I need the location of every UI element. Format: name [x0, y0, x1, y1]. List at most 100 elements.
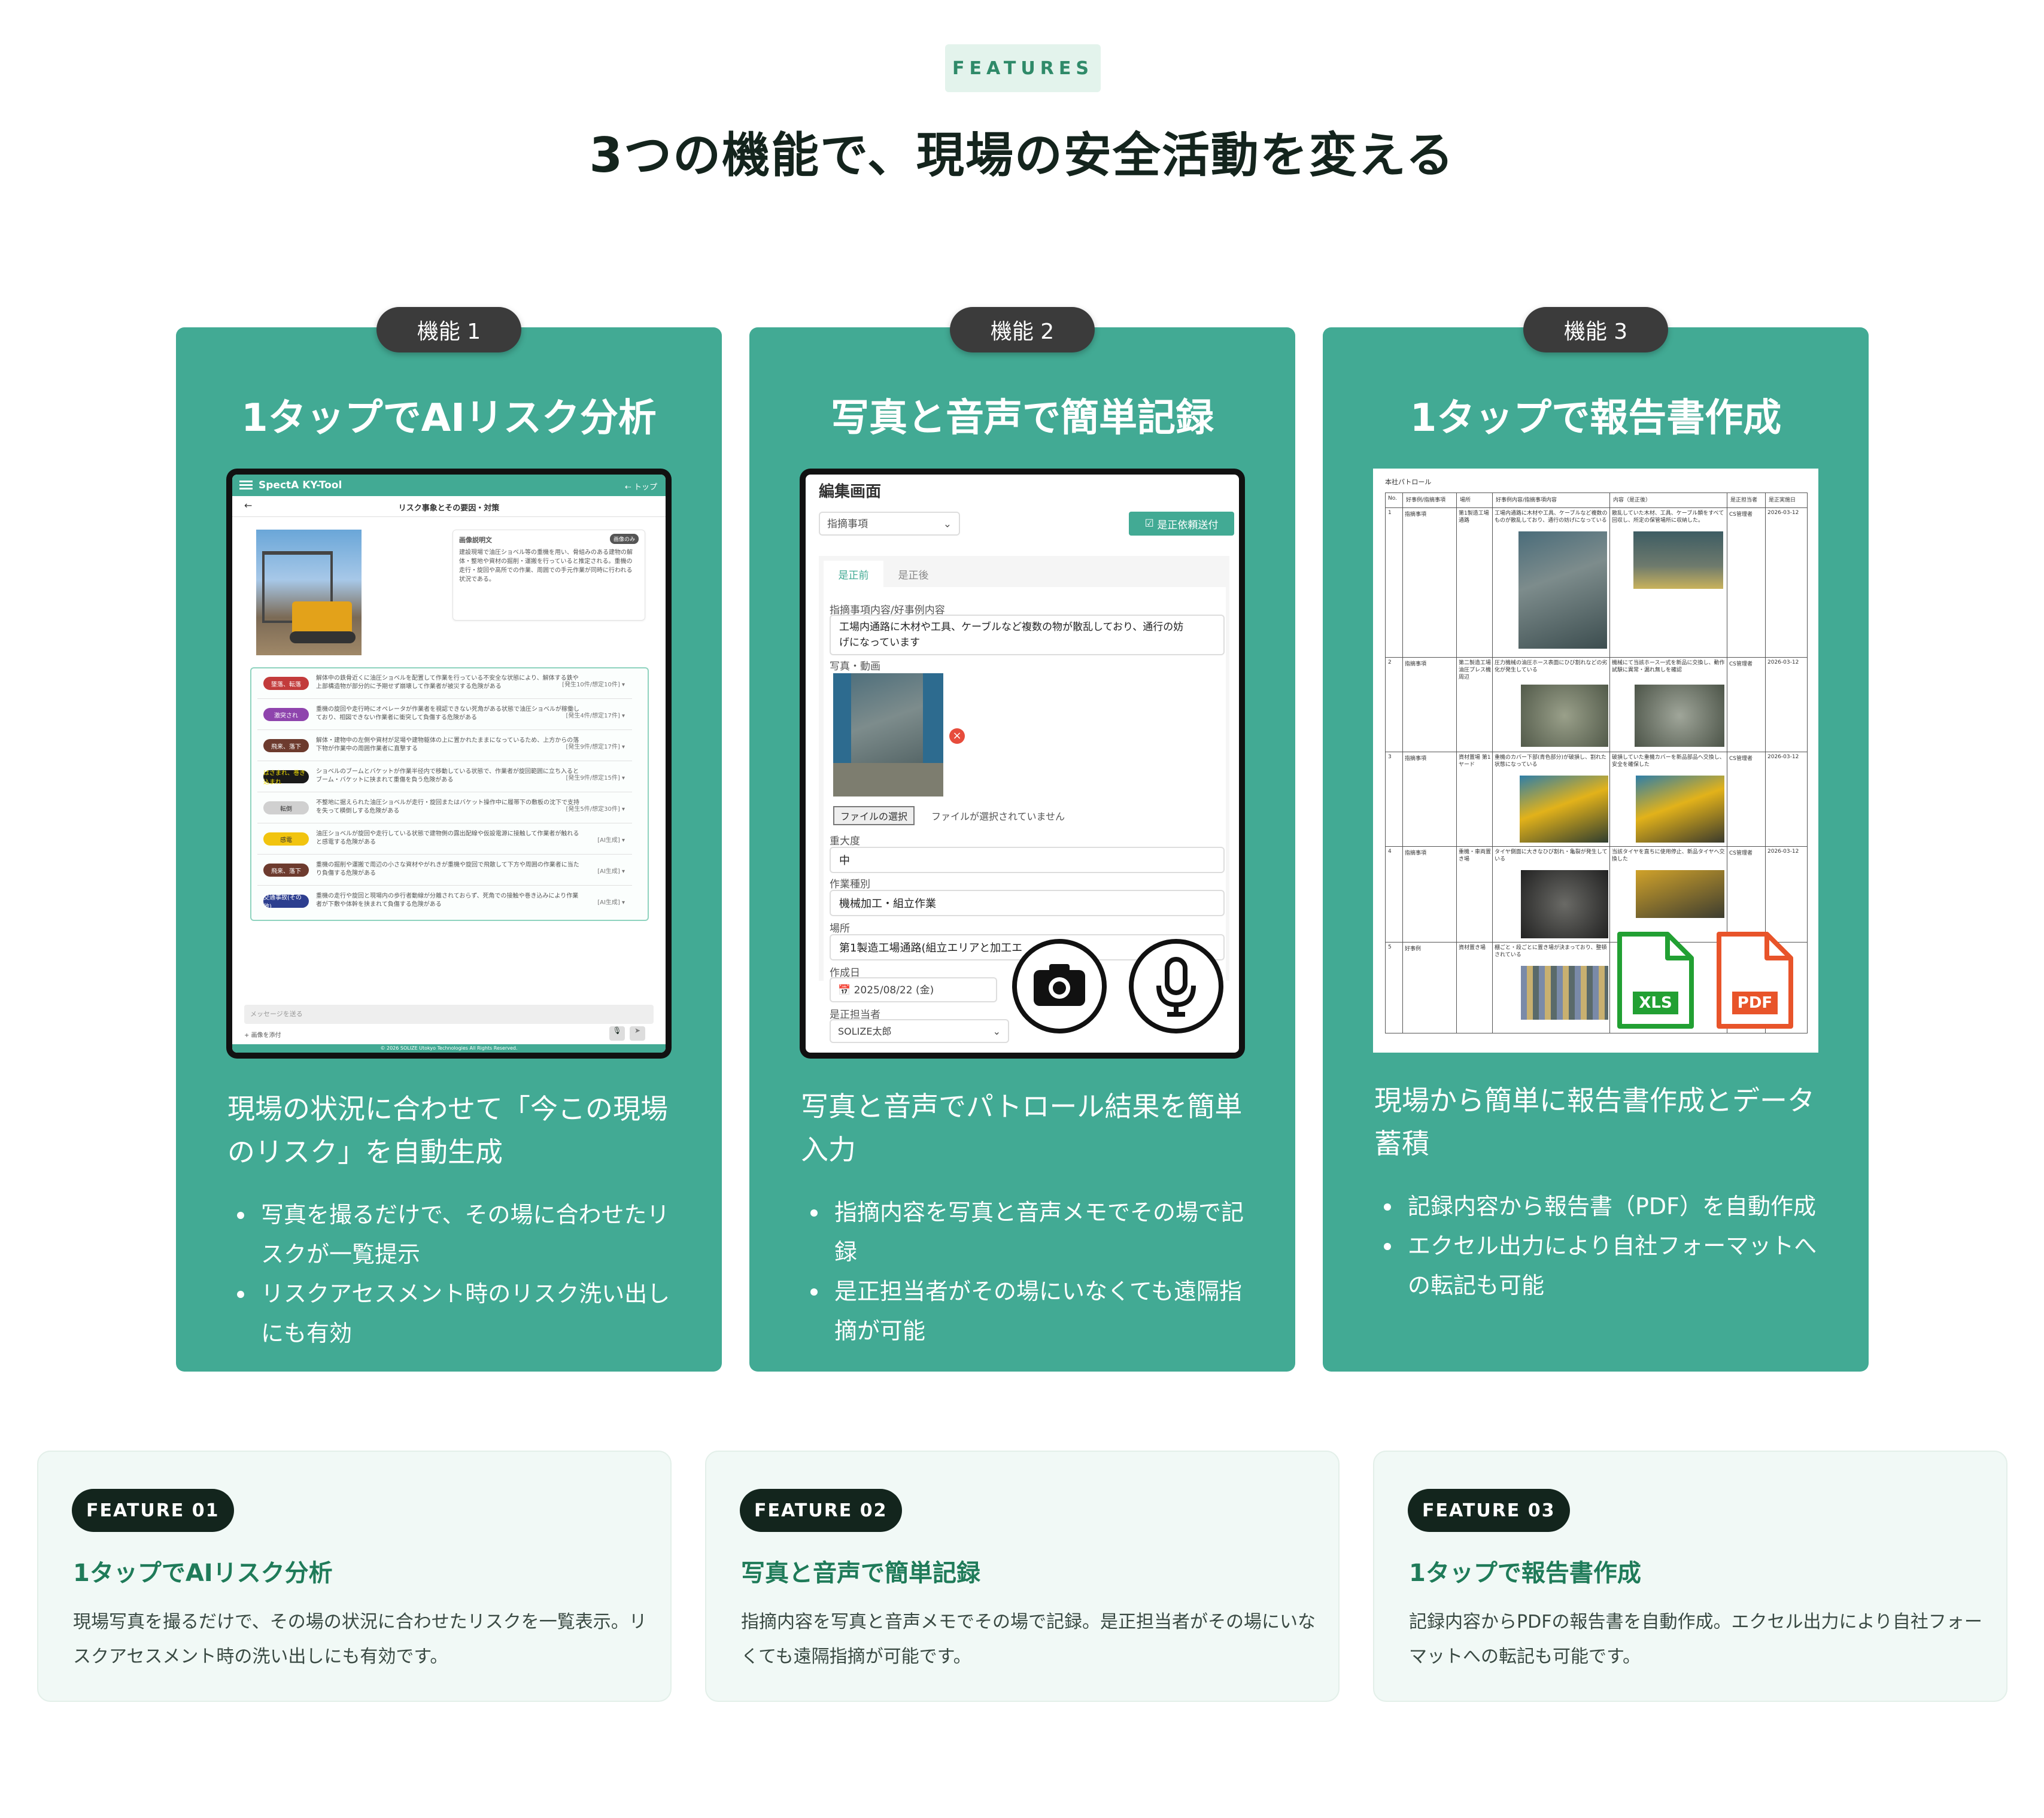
risk-item[interactable]: 墜落、転落 解体中の鉄骨近くに油圧ショベルを配置して作業を行っている不安全な状態…	[257, 671, 632, 699]
feature-title: 1タップで報告書作成	[1409, 1559, 1641, 1587]
bullet-item: 指摘内容を写真と音声メモでその場で記録	[801, 1193, 1256, 1272]
card-title: 1タップでAIリスク分析	[241, 396, 657, 440]
assignee-select[interactable]: SOLIZE太郎 ⌄	[830, 1019, 1009, 1043]
feature-badge: FEATURE 02	[740, 1489, 902, 1532]
bullet-item: 写真を撮るだけで、その場に合わせたリスクが一覧提示	[227, 1195, 682, 1274]
risk-tag: 墜落、転落	[263, 677, 309, 690]
file-status: ファイルが選択されていません	[931, 811, 1065, 822]
risk-meta: [発生9件/想定15件] ▾	[566, 775, 625, 782]
risk-item[interactable]: はさまれ、巻き込まれ ショベルのブームとバケットが作業半径内で移動している状態で…	[257, 764, 632, 792]
risk-tag: 転倒	[263, 801, 309, 814]
mic-icon[interactable]: 🎙	[609, 1026, 625, 1041]
card-lead: 現場から簡単に報告書作成とデータ蓄積	[1374, 1084, 1815, 1160]
risk-meta: [発生9件/想定17件] ▾	[566, 744, 625, 750]
remove-photo-icon[interactable]: ×	[949, 728, 965, 744]
feature-pill-3: 機能 3	[1523, 307, 1668, 352]
risk-item[interactable]: 交通事故(その他) 重機の走行や旋回と現場内の歩行者動線が分離されておらず、死角…	[257, 889, 632, 916]
risk-item[interactable]: 転倒 不整地に据えられた油圧ショベルが走行・旋回またはバケット操作中に履帯下の敷…	[257, 795, 632, 823]
card-bullets: 写真を撮るだけで、その場に合わせたリスクが一覧提示 リスクアセスメント時のリスク…	[227, 1195, 682, 1353]
risk-text: 重機の走行や旋回と現場内の歩行者動線が分離されておらず、死角での接触や巻き込みに…	[316, 893, 579, 908]
desc-badge: 画像のみ	[609, 534, 639, 544]
chevron-down-icon: ⌄	[992, 1026, 1001, 1037]
feature-pill-1: 機能 1	[376, 307, 521, 352]
app-header: SpectA KY-Tool ⇠ トップ	[232, 475, 666, 496]
card-bullets: 記録内容から報告書（PDF）を自動作成 エクセル出力により自社フォーマットへの転…	[1374, 1187, 1829, 1305]
feature-summary-1: FEATURE 01 1タップでAIリスク分析 現場写真を撮るだけで、その場の状…	[37, 1451, 672, 1702]
send-icon: ☑	[1144, 518, 1158, 530]
section-eyebrow: FEATURES	[945, 44, 1101, 92]
risk-text: 重機の掘削や運搬で周辺の小さな資材やがれきが重機や旋回で飛散して下方や周囲の作業…	[316, 862, 579, 877]
page-bar: ← リスク事象とその要因・対策	[232, 496, 666, 517]
card-bullets: 指摘内容を写真と音声メモでその場で記録 是正担当者がその場にいなくても遠隔指摘が…	[801, 1193, 1256, 1351]
xls-file-icon[interactable]: XLS	[1615, 929, 1696, 1033]
file-select-button[interactable]: ファイルの選択	[833, 806, 915, 825]
desc-text: 建設現場で油圧ショベル等の重機を用い、骨組みのある建物の解体・整地や資材の掘削・…	[459, 549, 633, 583]
pdf-file-icon[interactable]: PDF	[1714, 929, 1796, 1033]
top-link[interactable]: ⇠ トップ	[625, 481, 657, 492]
risk-item[interactable]: 飛来、落下 重機の掘削や運搬で周辺の小さな資材やがれきが重機や旋回で飛散して下方…	[257, 858, 632, 886]
risk-item[interactable]: 飛来、落下 解体・建物中の左側や資材が足場や建物躯体の上に置かれたままになってい…	[257, 733, 632, 761]
risk-tag: 交通事故(その他)	[263, 895, 309, 910]
report-photo	[1635, 685, 1724, 747]
risk-text: 重機の旋回や走行時にオペレータが作業者を視認できない死角がある状態で油圧ショベル…	[316, 706, 579, 721]
message-input[interactable]: メッセージを送る	[244, 1005, 654, 1024]
page-title: リスク事象とその要因・対策	[398, 504, 500, 513]
feature-pill-2: 機能 2	[950, 307, 1095, 352]
risk-meta: [AI生成] ▾	[597, 868, 625, 875]
risk-text: 不整地に据えられた油圧ショベルが走行・旋回またはバケット操作中に履帯下の敷板の沈…	[316, 799, 579, 814]
content-field[interactable]: 工場内通路に木材や工具、ケーブルなど複数の物が散乱しており、通行の妨げになってい…	[830, 615, 1225, 655]
risk-tag: 激突され	[263, 708, 309, 721]
risk-meta: [AI生成] ▾	[597, 837, 625, 844]
card-lead: 現場の状況に合わせて「今この現場のリスク」を自動生成	[227, 1093, 668, 1168]
report-screenshot: 本社パトロール No. 好事例/指摘事項 場所 好事例内容/指摘事項内容 内容（…	[1373, 469, 1818, 1053]
uploaded-photo	[833, 673, 943, 796]
report-row: 2 指摘事項 第二製造工場 油圧プレス機周辺 圧力機械の油圧ホース表面にひび割れ…	[1386, 657, 1807, 752]
report-photo	[1520, 776, 1608, 843]
report-photo	[1518, 531, 1607, 649]
xls-label: XLS	[1639, 994, 1672, 1012]
feature-badge: FEATURE 01	[72, 1489, 234, 1532]
risk-item[interactable]: 激突され 重機の旋回や走行時にオペレータが作業者を視認できない死角がある状態で油…	[257, 702, 632, 730]
report-photo	[1636, 776, 1724, 843]
report-row: 3 指摘事項 資材置場 第1ヤード 重機のカバー下部(青色部分)が破損し、割れた…	[1386, 752, 1807, 847]
date-field[interactable]: 📅 2025/08/22 (金)	[830, 977, 997, 1002]
risk-tag: 感電	[263, 832, 309, 846]
report-photo	[1521, 966, 1608, 1020]
report-photo	[1633, 531, 1723, 589]
app-name: SpectA KY-Tool	[259, 479, 342, 491]
report-row: 4 指摘事項 重機・車両置き場 タイヤ側面に大きなひび割れ・亀裂が発生している …	[1386, 846, 1807, 943]
pdf-label: PDF	[1737, 994, 1773, 1012]
risk-meta: [発生4件/想定17件] ▾	[566, 713, 625, 719]
report-row: 1 指摘事項 第1製造工場通路 工場内通路に木材や工具、ケーブルなど複数のものが…	[1386, 507, 1807, 658]
risk-tag: 飛来、落下	[263, 739, 309, 752]
send-icon[interactable]: ➤	[630, 1026, 645, 1041]
tab-after[interactable]: 是正後	[883, 561, 943, 587]
tab-before[interactable]: 是正前	[824, 561, 883, 587]
card-title: 1タップで報告書作成	[1410, 396, 1782, 440]
microphone-button[interactable]	[1129, 939, 1223, 1033]
risk-meta: [AI生成] ▾	[597, 899, 625, 906]
report-photo	[1636, 870, 1724, 918]
risk-text: 油圧ショベルが旋回や走行している状態で建物側の露出配線や仮設電源に接触して作業者…	[316, 831, 579, 846]
bullet-item: リスクアセスメント時のリスク洗い出しにも有効	[227, 1274, 682, 1353]
feature-card-2: 写真と音声で簡単記録 編集画面 指摘事項 ⌄ ☑ 是正依頼送付 是正前 是正後 指…	[749, 327, 1295, 1372]
section-headline: 3つの機能で、現場の安全活動を変える	[589, 127, 1455, 183]
category-select[interactable]: 指摘事項 ⌄	[819, 512, 960, 536]
menu-icon[interactable]	[239, 481, 253, 482]
severity-field[interactable]: 中	[830, 847, 1225, 873]
feature-title: 1タップでAIリスク分析	[73, 1559, 333, 1587]
feature-description: 記録内容からPDFの報告書を自動作成。エクセル出力により自社フォーマットへの転記…	[1409, 1612, 1982, 1667]
risk-tag: 飛来、落下	[263, 864, 309, 877]
tablet-screenshot: SpectA KY-Tool ⇠ トップ ← リスク事象とその要因・対策 画像説…	[226, 469, 672, 1059]
work-type-label: 作業種別	[830, 878, 870, 890]
work-type-field[interactable]: 機械加工・組立作業	[830, 890, 1225, 916]
feature-card-3: 1タップで報告書作成 本社パトロール No. 好事例/指摘事項 場所 好事例内容…	[1323, 327, 1869, 1372]
risk-text: 解体・建物中の左側や資材が足場や建物躯体の上に置かれたままになっているため、上方…	[316, 737, 579, 752]
attach-image-button[interactable]: + 画像を添付	[244, 1030, 281, 1039]
risk-text: ショベルのブームとバケットが作業半径内で移動している状態で、作業者が旋回範囲に立…	[316, 768, 579, 783]
send-correction-button[interactable]: ☑ 是正依頼送付	[1129, 512, 1234, 536]
risk-item[interactable]: 感電 油圧ショベルが旋回や走行している状態で建物側の露出配線や仮設電源に接触して…	[257, 826, 632, 855]
phone-screenshot: 編集画面 指摘事項 ⌄ ☑ 是正依頼送付 是正前 是正後 指摘事項内容/好事例内容…	[800, 469, 1245, 1059]
camera-button[interactable]	[1012, 939, 1107, 1033]
feature-summary-3: FEATURE 03 1タップで報告書作成 記録内容からPDFの報告書を自動作成…	[1373, 1451, 2007, 1702]
